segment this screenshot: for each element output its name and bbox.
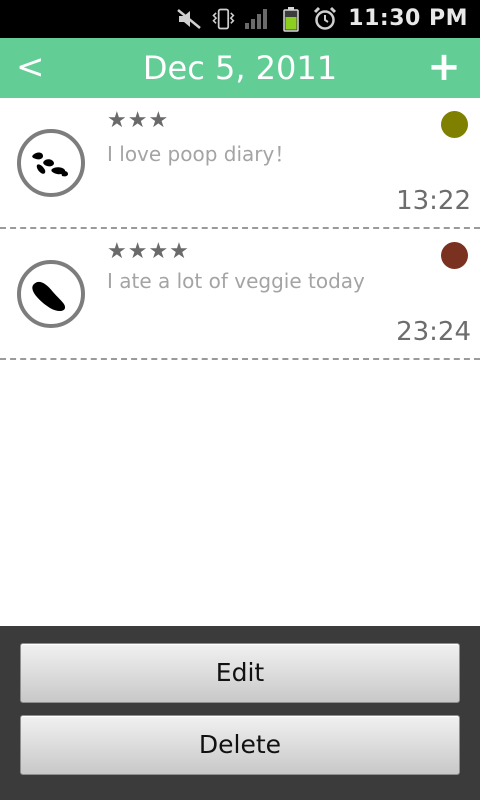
mute-icon	[176, 6, 202, 32]
app-header: < Dec 5, 2011 +	[0, 38, 480, 98]
entry-list: ★★★ I love poop diary！ 13:22 ★★★★ I ate …	[0, 98, 480, 360]
edit-button[interactable]: Edit	[20, 643, 460, 703]
rating-stars: ★★★	[107, 108, 170, 133]
status-bar: 11:30 PM	[0, 0, 480, 38]
pellets-icon	[17, 129, 85, 197]
rating-stars: ★★★★	[107, 239, 190, 264]
log-icon	[17, 260, 85, 328]
status-icons	[176, 6, 338, 32]
entry-note: I love poop diary！	[107, 142, 295, 166]
action-panel: Edit Delete	[0, 626, 480, 800]
color-indicator	[441, 111, 468, 138]
date-title: Dec 5, 2011	[142, 49, 338, 87]
color-indicator	[441, 242, 468, 269]
list-item[interactable]: ★★★★ I ate a lot of veggie today 23:24	[0, 229, 480, 360]
status-clock: 11:30 PM	[348, 6, 468, 31]
vibrate-icon	[210, 6, 236, 32]
entry-time: 23:24	[396, 317, 471, 347]
list-item[interactable]: ★★★ I love poop diary！ 13:22	[0, 98, 480, 229]
entry-time: 13:22	[396, 186, 471, 216]
delete-button[interactable]: Delete	[20, 715, 460, 775]
add-entry-button[interactable]: +	[424, 44, 464, 92]
alarm-icon	[312, 6, 338, 32]
signal-icon	[244, 6, 270, 32]
entry-note: I ate a lot of veggie today	[107, 269, 365, 293]
battery-icon	[278, 6, 304, 32]
